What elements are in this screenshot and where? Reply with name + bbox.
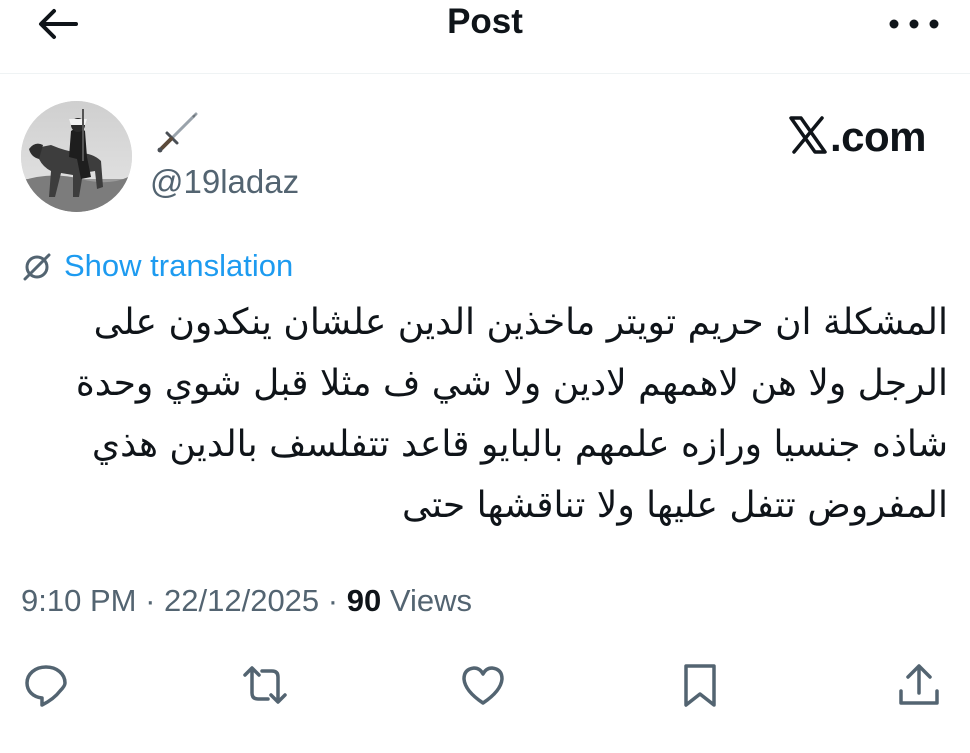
meta-separator: · (319, 583, 347, 618)
tweet-line: المفروض تتفل عليها ولا تناقشها حتى (402, 485, 948, 526)
meta-separator: · (136, 583, 165, 618)
page-title: Post (447, 2, 523, 41)
tweet-line: المشكلة ان حريم تويتر ماخذين الدين علشان… (93, 302, 948, 343)
post-date[interactable]: 22/12/2025 (164, 583, 319, 618)
show-translation-label: Show translation (64, 248, 294, 283)
brand-label: .com (829, 113, 927, 160)
bookmark-icon (684, 664, 716, 707)
bookmark-button[interactable] (676, 661, 724, 709)
avatar-image (21, 101, 132, 212)
show-translation-link[interactable]: Show translation (20, 246, 293, 286)
author-handle[interactable]: @19ladaz (150, 163, 299, 201)
views-label: Views (381, 583, 472, 618)
tweet-line: شاذه جنسيا ورازه علمهم بالبايو قاعد تتفل… (91, 424, 948, 465)
share-button[interactable] (895, 661, 943, 709)
top-bar: Post (0, 0, 970, 74)
more-button[interactable] (886, 6, 942, 42)
like-icon (462, 666, 504, 705)
like-button[interactable] (459, 661, 507, 709)
post-meta: 9:10 PM · 22/12/2025 · 90 Views (21, 583, 472, 619)
share-icon (899, 664, 939, 705)
action-bar (0, 661, 970, 711)
translate-icon (23, 253, 51, 281)
reply-button[interactable] (22, 661, 70, 709)
tweet-line: الرجل ولا هن لاهمهم لادين ولا شي ف مثلا … (75, 363, 948, 404)
x-brand: .com (788, 113, 927, 161)
x-logo-icon (789, 116, 827, 154)
tweet-text: المشكلة ان حريم تويتر ماخذين الدين علشان… (22, 292, 948, 536)
dagger-icon (157, 112, 198, 153)
post-time[interactable]: 9:10 PM (21, 583, 136, 618)
repost-icon (243, 666, 287, 704)
reply-icon (25, 665, 67, 707)
views-count: 90 (346, 583, 382, 618)
more-horizontal-icon (889, 19, 939, 29)
avatar[interactable] (21, 101, 132, 212)
repost-button[interactable] (241, 661, 289, 709)
